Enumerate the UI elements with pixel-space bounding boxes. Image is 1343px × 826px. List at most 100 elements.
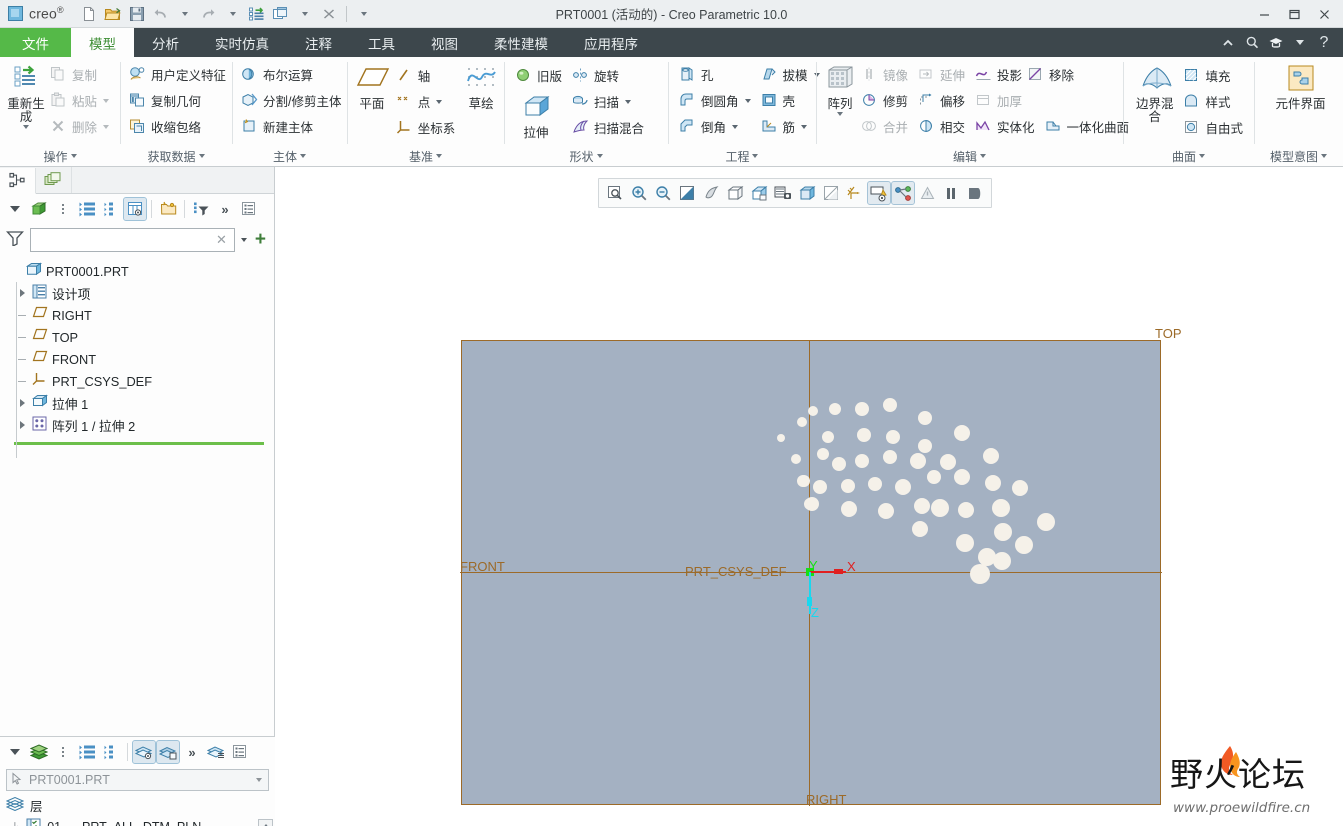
extend-command[interactable]: 延伸 xyxy=(915,62,970,87)
hole-instance[interactable] xyxy=(855,454,869,468)
layer-row-root[interactable]: 层 xyxy=(5,795,275,816)
hole-instance[interactable] xyxy=(931,499,949,517)
hole-instance[interactable] xyxy=(777,434,785,442)
hole-instance[interactable] xyxy=(857,428,871,442)
tree-item-front[interactable]: FRONT xyxy=(10,348,274,370)
folder-browser-tab[interactable] xyxy=(36,167,72,193)
regenerate-button[interactable] xyxy=(246,3,268,25)
group-title-model-intent[interactable]: 模型意图 xyxy=(1254,146,1343,166)
view-orientation-icon[interactable] xyxy=(724,182,746,204)
hole-instance[interactable] xyxy=(912,521,928,537)
tree-expander-design-items[interactable] xyxy=(16,289,28,297)
udf-command[interactable]: 用户定义特征 xyxy=(126,62,231,87)
freestyle-command[interactable]: 自由式 xyxy=(1180,115,1248,140)
hole-instance[interactable] xyxy=(914,498,930,514)
saved-views-icon[interactable] xyxy=(748,182,770,204)
layers-icon[interactable] xyxy=(28,741,50,763)
tree-search-input[interactable] xyxy=(37,232,213,248)
tree-root-dropdown-button[interactable] xyxy=(4,198,26,220)
hole-instance[interactable] xyxy=(855,402,869,416)
datum-display-filters-icon[interactable] xyxy=(844,182,866,204)
hole-instance[interactable] xyxy=(954,469,970,485)
hole-instance[interactable] xyxy=(797,417,807,427)
hole-instance[interactable] xyxy=(805,497,819,511)
hole-instance[interactable] xyxy=(841,501,857,517)
model-tree-tab[interactable] xyxy=(0,168,36,194)
datum-point-command[interactable]: 点 xyxy=(393,89,461,114)
appearance-gallery-icon[interactable] xyxy=(916,182,938,204)
hole-instance[interactable] xyxy=(883,450,897,464)
collapse-ribbon-icon[interactable] xyxy=(1217,32,1239,54)
extrude-command[interactable]: 拉伸 xyxy=(512,91,560,140)
new-body-command[interactable]: 新建主体 xyxy=(238,114,346,139)
layer-model-selector[interactable]: PRT0001.PRT xyxy=(6,769,269,791)
tree-item-design-items[interactable]: 设计项 xyxy=(10,282,274,304)
offset-command[interactable]: 偏移 xyxy=(915,88,970,113)
datum-point-dropdown-icon[interactable] xyxy=(436,99,443,104)
hole-instance[interactable] xyxy=(813,480,827,494)
round-command[interactable]: 倒圆角 xyxy=(676,88,756,113)
zoom-in-icon[interactable] xyxy=(628,182,650,204)
tree-item-right[interactable]: RIGHT xyxy=(10,304,274,326)
annotation-display-icon[interactable] xyxy=(867,181,891,205)
trim-command[interactable]: 修剪 xyxy=(858,88,913,113)
tree-overflow-button[interactable] xyxy=(52,198,74,220)
hole-instance[interactable] xyxy=(868,477,882,491)
hole-instance[interactable] xyxy=(895,479,911,495)
hole-instance[interactable] xyxy=(993,552,1011,570)
collapse-all-button[interactable] xyxy=(100,198,122,220)
layer-properties-button[interactable] xyxy=(205,741,227,763)
hole-instance[interactable] xyxy=(832,457,846,471)
close-button[interactable] xyxy=(1309,1,1339,27)
new-file-button[interactable] xyxy=(78,3,100,25)
hole-pattern[interactable] xyxy=(275,167,1343,826)
layer-row-item[interactable]: ↳ 01___PRT_ALL_DTM_PLN xyxy=(6,816,275,826)
repaint-icon[interactable] xyxy=(676,182,698,204)
hole-instance[interactable] xyxy=(918,411,932,425)
close-window-button[interactable] xyxy=(318,3,340,25)
hole-instance[interactable] xyxy=(956,534,974,552)
tree-expander-pattern-1[interactable] xyxy=(16,421,28,429)
intersect-command[interactable]: 相交 xyxy=(915,114,970,139)
tree-filter-button[interactable] xyxy=(190,198,212,220)
tab-applications[interactable]: 应用程序 xyxy=(566,28,656,57)
spin-center-icon[interactable] xyxy=(700,182,722,204)
solidify-command[interactable]: 实体化 xyxy=(972,114,1040,139)
group-title-shapes[interactable]: 形状 xyxy=(504,146,668,166)
tree-item-csys[interactable]: PRT_CSYS_DEF xyxy=(10,370,274,392)
shrinkwrap-command[interactable]: 收缩包络 xyxy=(126,114,231,139)
tree-item-part[interactable]: PRT0001.PRT xyxy=(10,260,274,282)
pattern-command[interactable]: 阵列 xyxy=(824,62,856,116)
layer-scrollbar[interactable] xyxy=(258,819,273,826)
graphics-viewport[interactable]: TOP FRONT RIGHT PRT_CSYS_DEF X Y Z 野火论坛 … xyxy=(275,167,1343,826)
scroll-up-button[interactable] xyxy=(258,819,273,826)
regenerate-dropdown-icon[interactable] xyxy=(22,125,29,129)
boundary-blend-command[interactable]: 边界混合 xyxy=(1131,62,1178,124)
learning-dropdown-icon[interactable] xyxy=(1289,32,1311,54)
undo-button[interactable] xyxy=(150,3,172,25)
sketch-command[interactable]: 草绘 xyxy=(464,62,498,111)
hole-instance[interactable] xyxy=(958,502,974,518)
unified-surface-command[interactable]: 一体化曲面 xyxy=(1042,114,1135,139)
tree-search-field[interactable]: ✕ xyxy=(30,228,235,252)
window-button[interactable] xyxy=(270,3,292,25)
copy-command[interactable]: 复制 xyxy=(47,62,114,87)
window-dropdown-button[interactable] xyxy=(294,3,316,25)
rib-command[interactable]: 筋 xyxy=(758,114,825,139)
group-title-engineering[interactable]: 工程 xyxy=(668,146,816,166)
paste-command[interactable]: 粘贴 xyxy=(47,88,114,113)
hole-instance[interactable] xyxy=(940,454,956,470)
layer-object-button[interactable] xyxy=(156,740,180,764)
hole-instance[interactable] xyxy=(910,453,926,469)
expand-all-button[interactable] xyxy=(76,198,98,220)
shell-command[interactable]: 壳 xyxy=(758,88,825,113)
hole-instance[interactable] xyxy=(1015,536,1033,554)
delete-command[interactable]: 删除 xyxy=(47,114,114,139)
tree-item-top[interactable]: TOP xyxy=(10,326,274,348)
tab-live-sim[interactable]: 实时仿真 xyxy=(197,28,287,57)
help-icon[interactable]: ? xyxy=(1313,32,1335,54)
learning-icon[interactable] xyxy=(1265,32,1287,54)
remove-command[interactable]: 移除 xyxy=(1024,62,1079,87)
tab-file[interactable]: 文件 xyxy=(0,28,71,57)
hole-instance[interactable] xyxy=(817,448,829,460)
